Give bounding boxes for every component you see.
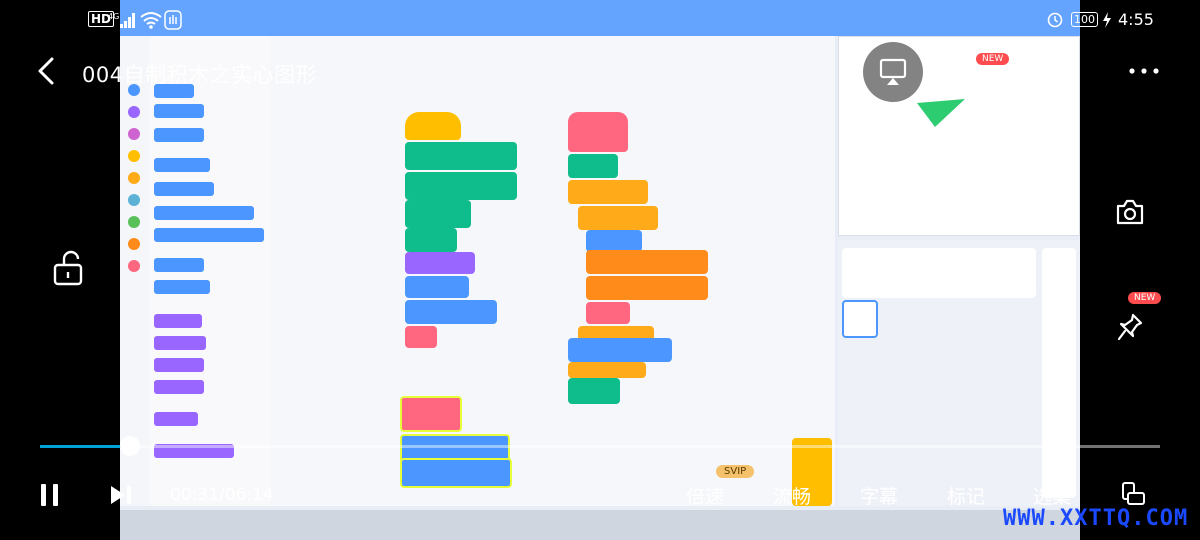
back-icon[interactable] [36, 56, 56, 86]
mark-button[interactable]: 标记 [947, 482, 985, 508]
subtitle-button[interactable]: 字幕 [860, 482, 898, 508]
progress-track[interactable] [40, 445, 1160, 448]
video-code-area [270, 36, 835, 506]
next-icon[interactable] [108, 484, 134, 506]
video-category-dot [128, 106, 140, 118]
wifi-icon [140, 12, 162, 29]
listen-new-badge: NEW [976, 53, 1010, 65]
watermark: WWW.XXTTQ.COM [1003, 506, 1189, 531]
status-bar: HD 4G 100 4:55 [0, 0, 1200, 40]
cast-icon [879, 58, 907, 85]
video-category-dot [128, 150, 140, 162]
hand-icon [164, 10, 182, 30]
alarm-icon [1047, 12, 1063, 28]
4g-signal-icon: 4G [108, 12, 135, 28]
video-category-dot [128, 172, 140, 184]
progress-fill [40, 445, 130, 448]
charging-icon [1103, 12, 1111, 28]
speed-button[interactable]: 倍速 [686, 482, 724, 508]
duration: 06:14 [224, 485, 274, 505]
video-block-list [150, 36, 271, 506]
video-sprite-pane [838, 240, 1080, 506]
unlock-icon[interactable] [52, 250, 88, 286]
episodes-button[interactable]: 选集 [1033, 482, 1071, 508]
video-category-dot [128, 128, 140, 140]
battery-icon: 100 [1071, 12, 1098, 27]
player-header: 004自制积木之实心图形 NEW [0, 42, 1200, 102]
svg-text:4G: 4G [108, 12, 119, 21]
video-category-dot [128, 238, 140, 250]
pin-icon[interactable] [1116, 312, 1144, 342]
pin-new-badge: NEW [1128, 292, 1162, 304]
video-category-palette [120, 36, 150, 506]
share-icon[interactable] [1052, 58, 1080, 86]
video-category-dot [128, 260, 140, 272]
current-time: 00:31 [170, 485, 219, 505]
video-taskbar [120, 510, 1080, 540]
quality-button[interactable]: 流畅 [773, 482, 811, 508]
video-title: 004自制积木之实心图形 [82, 63, 318, 87]
progress-knob[interactable] [120, 436, 140, 456]
svip-badge: SVIP [716, 465, 755, 478]
video-category-dot [128, 216, 140, 228]
time-display: 00:31/06:14 [170, 485, 274, 505]
cast-button[interactable] [863, 42, 923, 102]
rotate-screen-icon[interactable] [1120, 481, 1146, 507]
camera-icon[interactable] [1115, 198, 1145, 226]
more-icon[interactable] [1128, 66, 1160, 76]
pause-icon[interactable] [38, 482, 62, 508]
video-category-dot [128, 194, 140, 206]
clock: 4:55 [1118, 10, 1154, 29]
